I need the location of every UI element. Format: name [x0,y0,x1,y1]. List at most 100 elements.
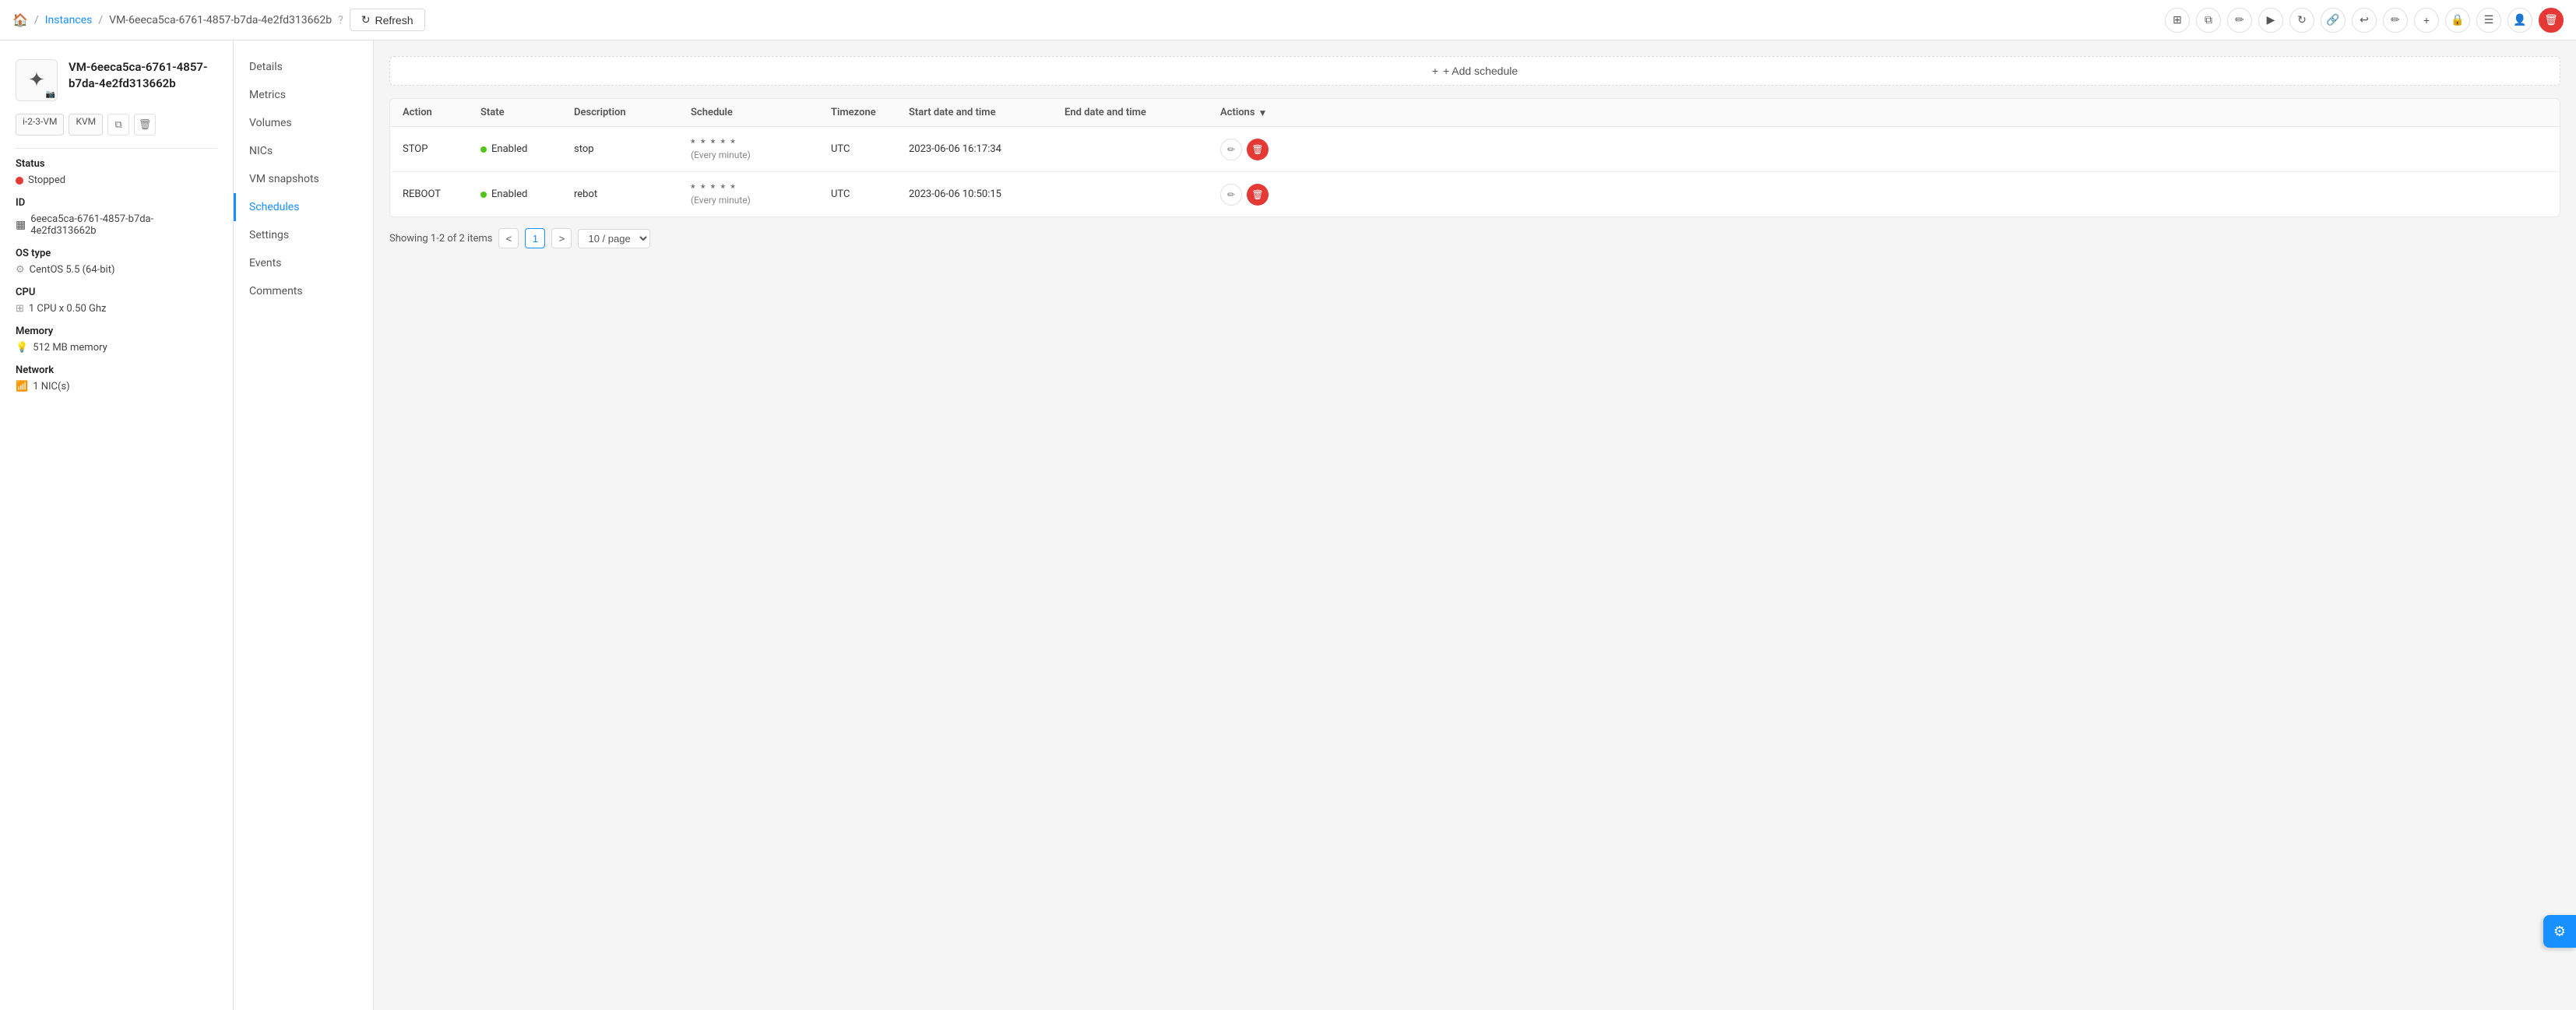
toolbar-back-icon[interactable]: ↩ [2352,8,2377,33]
add-schedule-label: + Add schedule [1443,65,1518,77]
nav-comments[interactable]: Comments [234,277,373,305]
nav-vm-snapshots[interactable]: VM snapshots [234,165,373,193]
tag-kvm: KVM [69,114,103,135]
cpu-icon: ⊞ [16,303,24,315]
memory-value: 512 MB memory [33,342,107,354]
network-section: Network 📶 1 NIC(s) [16,364,217,392]
nav-settings[interactable]: Settings [234,221,373,249]
row1-state: Enabled [480,143,574,155]
camera-icon[interactable]: 📷 [46,90,55,99]
cpu-section: CPU ⊞ 1 CPU x 0.50 Ghz [16,287,217,315]
tag-i23vm: i-2-3-VM [16,114,64,135]
vm-logo: ✦ 📷 [16,59,58,101]
row1-state-dot [480,146,487,153]
stopped-dot [16,177,23,185]
row1-delete-button[interactable]: 🗑 [1247,139,1269,160]
row1-actions: ✏ 🗑 [1220,139,1298,160]
toolbar-lock-icon[interactable]: 🔒 [2445,8,2470,33]
nav-volumes[interactable]: Volumes [234,109,373,137]
id-label: ID [16,197,217,209]
toolbar-edit-icon[interactable]: ✏ [2227,8,2252,33]
id-value: 6eeca5ca-6761-4857-b7da-4e2fd313662b [30,213,217,237]
row2-delete-button[interactable]: 🗑 [1247,184,1269,206]
toolbar-grid-icon[interactable]: ⊞ [2165,8,2190,33]
breadcrumb-separator-2: / [98,14,103,26]
row2-start-date: 2023-06-06 10:50:15 [909,188,1065,200]
refresh-icon: ↻ [361,13,371,26]
status-label: Status [16,158,217,170]
pagination-showing: Showing 1-2 of 2 items [389,233,492,245]
left-panel: ✦ 📷 VM-6eeca5ca-6761-4857-b7da-4e2fd3136… [0,40,234,1010]
plus-icon: + [1432,65,1438,77]
nav-details[interactable]: Details [234,53,373,81]
row2-timezone: UTC [831,188,909,200]
row1-stars: * * * * * [691,138,831,150]
breadcrumb-separator-1: / [34,14,39,26]
vm-trash-icon[interactable]: 🗑 [134,114,156,135]
id-row: ▦ 6eeca5ca-6761-4857-b7da-4e2fd313662b [16,213,217,237]
table-header: Action State Description Schedule Timezo… [390,99,2560,127]
toolbar-copy-icon[interactable]: ⧉ [2196,8,2221,33]
side-nav: Details Metrics Volumes NICs VM snapshot… [234,40,374,1010]
vm-header: ✦ 📷 VM-6eeca5ca-6761-4857-b7da-4e2fd3136… [16,59,217,101]
toolbar-refresh-icon[interactable]: ↻ [2289,8,2314,33]
status-row: Stopped [16,174,217,186]
toolbar-play-icon[interactable]: ▶ [2258,8,2283,33]
col-start-date: Start date and time [909,107,1065,118]
nav-schedules[interactable]: Schedules [234,193,373,221]
refresh-button[interactable]: ↻ Refresh [350,9,425,31]
toolbar-delete-icon[interactable]: 🗑 [2539,8,2564,33]
col-description: Description [574,107,691,118]
vm-copy-icon[interactable]: ⧉ [107,114,129,135]
os-value: CentOS 5.5 (64-bit) [30,264,115,276]
wifi-icon: 📶 [16,381,28,392]
row2-description: rebot [574,188,691,200]
id-section: ID ▦ 6eeca5ca-6761-4857-b7da-4e2fd313662… [16,197,217,237]
toolbar-pencil-icon[interactable]: ✏ [2383,8,2408,33]
toolbar-user-icon[interactable]: 👤 [2507,8,2532,33]
col-schedule: Schedule [691,107,831,118]
toolbar-add-icon[interactable]: + [2414,8,2439,33]
home-icon[interactable]: 🏠 [12,12,28,27]
row1-timezone: UTC [831,143,909,155]
memory-row: 💡 512 MB memory [16,342,217,354]
help-icon[interactable]: ? [338,14,343,26]
row2-every: (Every minute) [691,195,831,206]
status-value: Stopped [28,174,65,186]
status-section: Status Stopped [16,158,217,186]
pagination-page-1[interactable]: 1 [525,228,545,248]
nav-metrics[interactable]: Metrics [234,81,373,109]
os-section: OS type ⚙ CentOS 5.5 (64-bit) [16,248,217,276]
per-page-select[interactable]: 10 / page 20 / page 50 / page [578,229,650,248]
toolbar-right: ⊞ ⧉ ✏ ▶ ↻ 🔗 ↩ ✏ + 🔒 ☰ 👤 🗑 [2165,8,2564,33]
network-row: 📶 1 NIC(s) [16,381,217,392]
add-schedule-button[interactable]: + + Add schedule [389,56,2560,86]
row2-edit-button[interactable]: ✏ [1220,184,1242,206]
row1-schedule: * * * * * (Every minute) [691,138,831,160]
nav-events[interactable]: Events [234,249,373,277]
nav-nics[interactable]: NICs [234,137,373,165]
pagination: Showing 1-2 of 2 items < 1 > 10 / page 2… [389,228,2560,248]
toolbar-link-icon[interactable]: 🔗 [2321,8,2345,33]
row1-edit-button[interactable]: ✏ [1220,139,1242,160]
pagination-prev[interactable]: < [498,228,519,248]
settings-fab-icon: ⚙ [2553,924,2566,940]
main-content: + + Add schedule Action State Descriptio… [374,40,2576,1010]
main-layout: ✦ 📷 VM-6eeca5ca-6761-4857-b7da-4e2fd3136… [0,40,2576,1010]
vm-logo-icon: ✦ [28,69,45,92]
settings-fab[interactable]: ⚙ [2543,915,2576,948]
row2-state: Enabled [480,188,574,200]
vm-id-breadcrumb: VM-6eeca5ca-6761-4857-b7da-4e2fd313662b [109,14,332,26]
row2-state-dot [480,192,487,198]
col-timezone: Timezone [831,107,909,118]
cpu-value: 1 CPU x 0.50 Ghz [29,303,107,315]
divider-1 [16,148,217,149]
table-row: REBOOT Enabled rebot * * * * * (Every mi… [390,172,2560,216]
filter-icon[interactable]: ▼ [1258,107,1268,118]
instances-link[interactable]: Instances [45,14,93,26]
cpu-label: CPU [16,287,217,298]
vm-tags: i-2-3-VM KVM ⧉ 🗑 [16,114,217,135]
toolbar-list-icon[interactable]: ☰ [2476,8,2501,33]
cpu-row: ⊞ 1 CPU x 0.50 Ghz [16,303,217,315]
pagination-next[interactable]: > [551,228,572,248]
